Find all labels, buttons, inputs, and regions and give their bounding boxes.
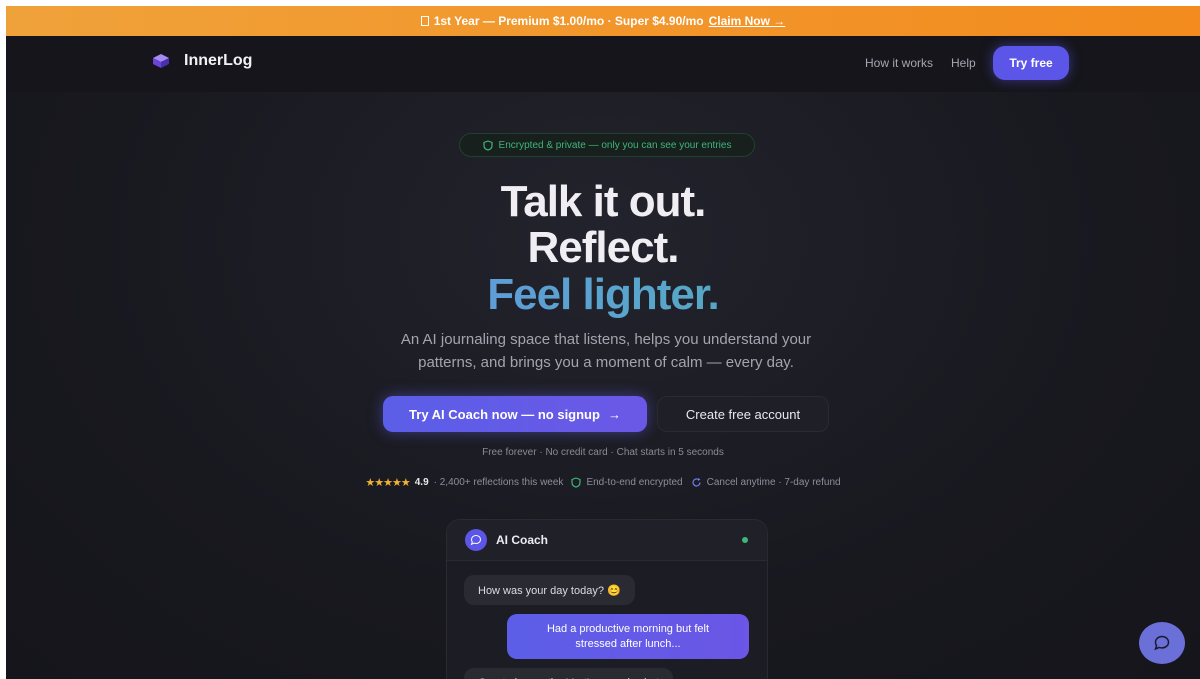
nav-help[interactable]: Help xyxy=(951,56,976,70)
try-ai-coach-label: Try AI Coach now — no signup xyxy=(409,406,600,422)
refresh-icon xyxy=(692,478,701,487)
top-nav: InnerLog How it works Help Try free xyxy=(6,36,1200,93)
encrypted-text: End-to-end encrypted xyxy=(586,477,683,488)
shield-icon xyxy=(571,477,582,488)
chat-bubble-icon xyxy=(470,534,482,546)
message-bubble: Great observation! Let's unpack what xyxy=(464,668,674,679)
cube-logo-icon xyxy=(153,54,169,68)
try-ai-coach-button[interactable]: Try AI Coach now — no signup → xyxy=(383,396,647,432)
promo-banner[interactable]: 1st Year — Premium $1.00/mo · Super $4.9… xyxy=(6,6,1200,36)
hero-section: Encrypted & private — only you can see y… xyxy=(6,92,1200,679)
arrow-right-icon: → xyxy=(607,406,621,422)
encrypted-group: End-to-end encrypted xyxy=(571,477,683,488)
try-free-button[interactable]: Try free xyxy=(993,46,1069,80)
brand-name: InnerLog xyxy=(184,52,253,69)
chat-bubble-icon xyxy=(1154,635,1170,651)
rating-group: ★★★★★ 4.9 · 2,400+ reflections this week xyxy=(365,476,563,489)
avatar xyxy=(465,529,487,551)
page-frame: 1st Year — Premium $1.00/mo · Super $4.9… xyxy=(6,6,1200,679)
shield-icon xyxy=(482,139,493,151)
promo-text: 1st Year — Premium $1.00/mo · Super $4.9… xyxy=(433,14,704,28)
chat-preview: AI Coach How was your day today? 😊 Had a… xyxy=(446,519,768,679)
message-bubble: Had a productive morning but felt stress… xyxy=(507,614,749,659)
refund-group: Cancel anytime · 7-day refund xyxy=(691,477,841,488)
trust-bar: ★★★★★ 4.9 · 2,400+ reflections this week… xyxy=(6,476,1200,489)
privacy-badge-text: Encrypted & private — only you can see y… xyxy=(498,139,732,151)
hero-subtitle: An AI journaling space that listens, hel… xyxy=(400,331,812,371)
gift-icon xyxy=(420,16,429,26)
chat-header: AI Coach xyxy=(447,520,767,561)
star-rating-icon: ★★★★★ xyxy=(365,477,410,489)
reflections-count: · 2,400+ reflections this week xyxy=(433,477,564,488)
logo[interactable]: InnerLog xyxy=(152,52,252,70)
create-account-button[interactable]: Create free account xyxy=(657,396,829,432)
privacy-badge: Encrypted & private — only you can see y… xyxy=(459,133,755,157)
coach-name: AI Coach xyxy=(496,533,549,547)
message-bubble: How was your day today? 😊 xyxy=(464,575,635,605)
chat-launcher-button[interactable] xyxy=(1139,622,1185,664)
claim-now-link[interactable]: Claim Now → xyxy=(709,14,786,28)
headline-line-3: Feel lighter. xyxy=(6,272,1200,318)
cancel-text: Cancel anytime · 7-day refund xyxy=(706,477,841,488)
online-status-dot xyxy=(742,537,748,543)
fineprint: Free forever · No credit card · Chat sta… xyxy=(482,447,724,458)
nav-how-it-works[interactable]: How it works xyxy=(865,56,933,70)
headline-line-2: Reflect. xyxy=(527,223,680,272)
headline-line-1: Talk it out. xyxy=(500,177,707,226)
rating-value: 4.9 xyxy=(414,477,429,488)
